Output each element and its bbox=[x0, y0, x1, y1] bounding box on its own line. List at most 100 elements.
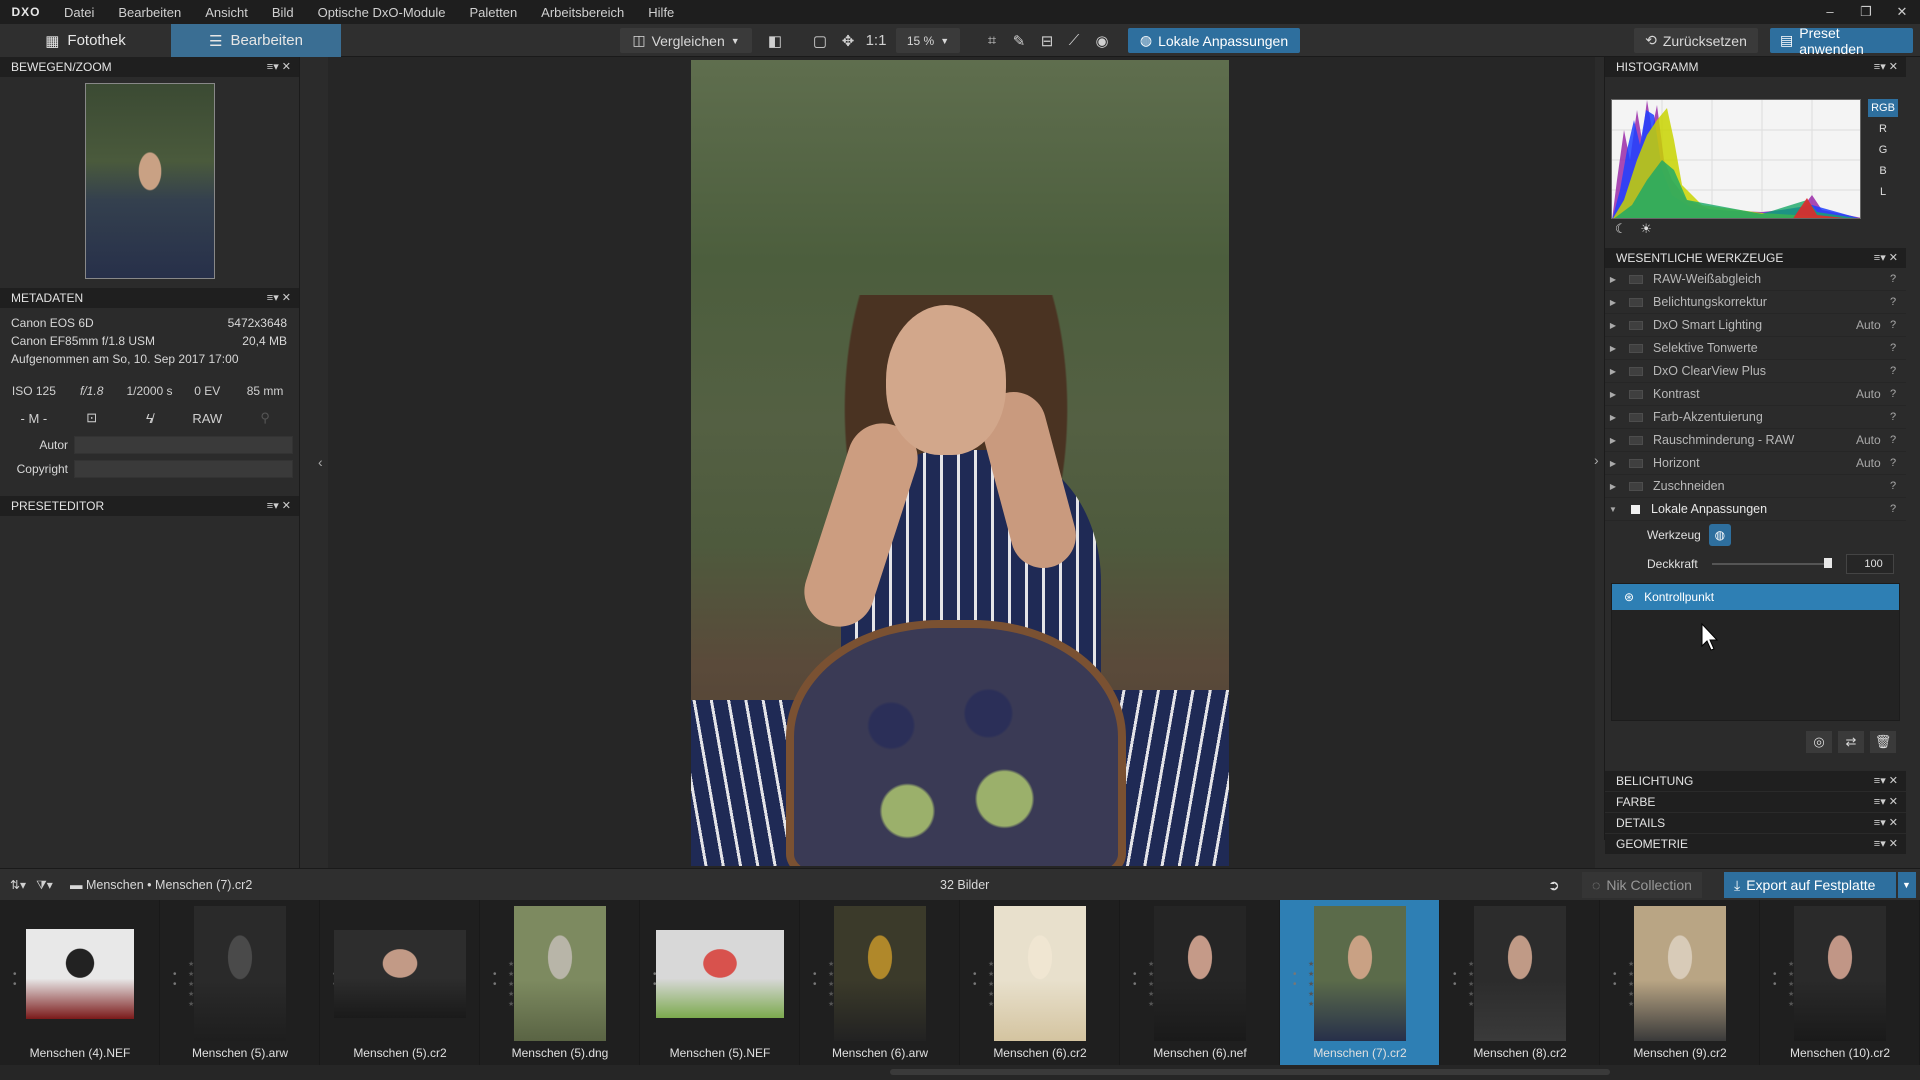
sort-icon[interactable]: ⇅▾ ⧩▾ bbox=[10, 869, 53, 901]
tool-toggle[interactable] bbox=[1629, 366, 1643, 376]
collapse-right-panel-icon[interactable]: › bbox=[1594, 452, 1599, 468]
tool-toggle[interactable] bbox=[1629, 435, 1643, 445]
channel-r[interactable]: R bbox=[1868, 120, 1898, 138]
drag-handle-icon[interactable]: •• bbox=[1613, 970, 1621, 990]
tool-toggle[interactable] bbox=[1629, 297, 1643, 307]
panel-menu-icon[interactable]: ≡▾ ✕ bbox=[1874, 792, 1898, 813]
breadcrumb-file[interactable]: Menschen (7).cr2 bbox=[155, 878, 252, 892]
restore-icon[interactable]: ❐ bbox=[1848, 0, 1884, 24]
tool-row[interactable]: ▶ DxO Smart Lighting Auto? bbox=[1605, 314, 1906, 337]
section-geometrie[interactable]: GEOMETRIE ≡▾ ✕ bbox=[1605, 833, 1906, 854]
menu-arbeitsbereich[interactable]: Arbeitsbereich bbox=[529, 5, 636, 20]
help-icon[interactable]: ? bbox=[1890, 342, 1906, 354]
panel-menu-icon[interactable]: ≡▾ ✕ bbox=[1874, 813, 1898, 834]
breadcrumb-folder[interactable]: Menschen bbox=[86, 878, 144, 892]
filmstrip-thumbnail[interactable]: • • ★ ★ ★ ★ ★ Menschen (8).cr2 bbox=[1440, 900, 1600, 1065]
horizon-icon[interactable]: ⊟ bbox=[1034, 28, 1060, 53]
drag-handle-icon[interactable]: •• bbox=[1133, 970, 1141, 990]
export-button[interactable]: ⤓ Export auf Festplatte bbox=[1724, 872, 1896, 898]
tool-toggle[interactable] bbox=[1629, 481, 1643, 491]
drag-handle-icon[interactable]: •• bbox=[813, 970, 821, 990]
filmstrip-thumbnail[interactable]: • • ★ ★ ★ ★ ★ Menschen (6).arw bbox=[800, 900, 960, 1065]
filmstrip-thumbnail[interactable]: ••★★★★★Menschen (4).NEF bbox=[0, 900, 160, 1065]
image-viewer[interactable] bbox=[328, 57, 1595, 868]
help-icon[interactable]: ? bbox=[1890, 434, 1906, 446]
tool-row[interactable]: ▶ Kontrast Auto? bbox=[1605, 383, 1906, 406]
zoom-select[interactable]: 15 % ▼ bbox=[896, 28, 960, 53]
section-belichtung[interactable]: BELICHTUNG ≡▾ ✕ bbox=[1605, 770, 1906, 791]
eyedropper-icon[interactable]: ✎ bbox=[1006, 28, 1032, 53]
section-details[interactable]: DETAILS ≡▾ ✕ bbox=[1605, 812, 1906, 833]
panel-menu-icon[interactable]: ≡▾ ✕ bbox=[1874, 248, 1898, 268]
tool-row[interactable]: ▶ DxO ClearView Plus? bbox=[1605, 360, 1906, 383]
minimize-icon[interactable]: – bbox=[1812, 0, 1848, 24]
collapse-left-panel-icon[interactable]: ‹ bbox=[318, 454, 323, 470]
local-adjustments-button[interactable]: ◍ Lokale Anpassungen bbox=[1128, 28, 1300, 53]
panel-menu-icon[interactable]: ≡▾ ✕ bbox=[1874, 834, 1898, 855]
expand-arrow-icon[interactable]: ▶ bbox=[1605, 413, 1621, 422]
crop-icon[interactable]: ⌗ bbox=[979, 28, 1005, 53]
filmstrip-thumbnail[interactable]: • • ★ ★ ★ ★ ★ Menschen (10).cr2 bbox=[1760, 900, 1920, 1065]
tool-row-local-adjustments[interactable]: ▼ Lokale Anpassungen ? bbox=[1605, 498, 1906, 521]
menu-bearbeiten[interactable]: Bearbeiten bbox=[106, 5, 193, 20]
eye-icon[interactable]: ◉ bbox=[1089, 28, 1115, 53]
share-icon[interactable]: ➲ bbox=[1538, 872, 1570, 898]
trash-icon[interactable]: 🗑 bbox=[1870, 731, 1896, 753]
menu-paletten[interactable]: Paletten bbox=[457, 5, 529, 20]
menu-datei[interactable]: Datei bbox=[52, 5, 106, 20]
expand-arrow-icon[interactable]: ▶ bbox=[1605, 344, 1621, 353]
opacity-slider-knob[interactable] bbox=[1823, 558, 1832, 568]
channel-l[interactable]: L bbox=[1868, 183, 1898, 201]
close-window-icon[interactable]: ✕ bbox=[1884, 0, 1920, 24]
swap-icon[interactable]: ⇄ bbox=[1838, 731, 1864, 753]
expand-arrow-icon[interactable]: ▶ bbox=[1605, 482, 1621, 491]
reset-button[interactable]: ⟲ Zurücksetzen bbox=[1634, 28, 1758, 53]
shadow-clipping-icon[interactable]: ☾ bbox=[1615, 221, 1627, 236]
help-icon[interactable]: ? bbox=[1890, 365, 1906, 377]
tool-toggle[interactable] bbox=[1629, 412, 1643, 422]
drag-handle-icon[interactable]: •• bbox=[173, 970, 181, 990]
filmstrip-thumbnail[interactable]: • • ★ ★ ★ ★ ★ Menschen (5).dng bbox=[480, 900, 640, 1065]
scrollbar-thumb[interactable] bbox=[890, 1069, 1610, 1075]
help-icon[interactable]: ? bbox=[1890, 457, 1906, 469]
help-icon[interactable]: ? bbox=[1890, 411, 1906, 423]
help-icon[interactable]: ? bbox=[1890, 296, 1906, 308]
help-icon[interactable]: ? bbox=[1890, 388, 1906, 400]
channel-b[interactable]: B bbox=[1868, 162, 1898, 180]
expand-arrow-icon[interactable]: ▶ bbox=[1605, 321, 1621, 330]
drag-handle-icon[interactable]: •• bbox=[973, 970, 981, 990]
tool-toggle[interactable] bbox=[1629, 274, 1643, 284]
filmstrip-thumbnail[interactable]: • • ★ ★ ★ ★ ★ Menschen (9).cr2 bbox=[1600, 900, 1760, 1065]
panel-menu-icon[interactable]: ≡▾ ✕ bbox=[1874, 57, 1898, 77]
visibility-icon[interactable]: ◎ bbox=[1806, 731, 1832, 753]
tool-row[interactable]: ▶ Farb-Akzentuierung? bbox=[1605, 406, 1906, 429]
tool-row[interactable]: ▶ Belichtungskorrektur? bbox=[1605, 291, 1906, 314]
navigator-thumbnail[interactable] bbox=[84, 83, 215, 279]
filmstrip-thumbnail[interactable]: ••★★★★★Menschen (5).NEF bbox=[640, 900, 800, 1065]
compare-button[interactable]: ◫ Vergleichen ▼ bbox=[620, 28, 752, 53]
control-point-item[interactable]: ⊛ Kontrollpunkt bbox=[1612, 584, 1899, 610]
split-view-icon[interactable]: ◧ bbox=[762, 28, 788, 53]
menu-hilfe[interactable]: Hilfe bbox=[636, 5, 686, 20]
tool-toggle[interactable] bbox=[1631, 504, 1640, 514]
menu-ansicht[interactable]: Ansicht bbox=[193, 5, 260, 20]
panel-menu-icon[interactable]: ≡▾ ✕ bbox=[1874, 771, 1898, 792]
opacity-input[interactable]: 100 bbox=[1845, 554, 1894, 574]
help-icon[interactable]: ? bbox=[1890, 319, 1906, 331]
menu-bild[interactable]: Bild bbox=[260, 5, 306, 20]
tool-row[interactable]: ▶ RAW-Weißabgleich? bbox=[1605, 268, 1906, 291]
drag-handle-icon[interactable]: •• bbox=[1293, 970, 1301, 990]
filmstrip-thumbnail[interactable]: • • ★ ★ ★ ★ ★ Menschen (6).cr2 bbox=[960, 900, 1120, 1065]
panel-menu-icon[interactable]: ≡▾ ✕ bbox=[267, 57, 291, 77]
channel-rgb[interactable]: RGB bbox=[1868, 99, 1898, 117]
panel-menu-icon[interactable]: ≡▾ ✕ bbox=[267, 496, 291, 516]
drag-handle-icon[interactable]: •• bbox=[13, 970, 21, 990]
drag-handle-icon[interactable]: •• bbox=[493, 970, 501, 990]
highlight-clipping-icon[interactable]: ☀ bbox=[1640, 221, 1652, 236]
help-icon[interactable]: ? bbox=[1890, 503, 1906, 515]
tool-toggle[interactable] bbox=[1629, 389, 1643, 399]
menu-optische-module[interactable]: Optische DxO-Module bbox=[306, 5, 458, 20]
tool-toggle[interactable] bbox=[1629, 458, 1643, 468]
tab-fotothek[interactable]: ▦ Fotothek bbox=[0, 24, 171, 57]
tool-row[interactable]: ▶ Horizont Auto? bbox=[1605, 452, 1906, 475]
